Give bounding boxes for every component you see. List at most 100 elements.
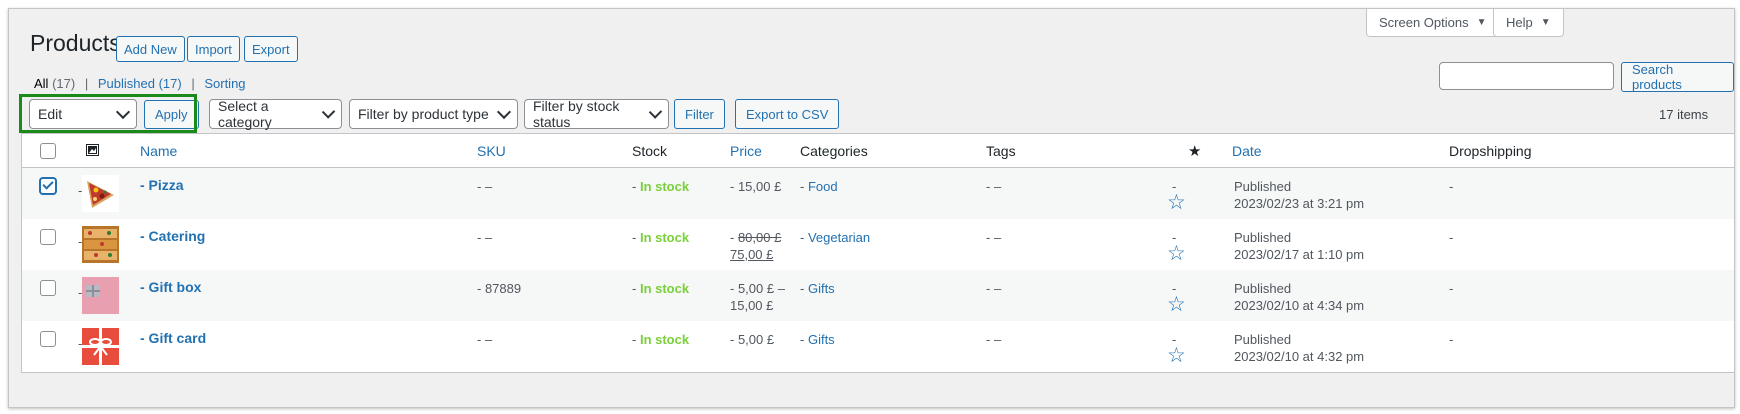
view-published[interactable]: Published [98,76,155,91]
table-row: - - Pizza - – - In stock - 15,00 £ - Foo… [22,168,1734,219]
date-status: Published [1234,332,1292,347]
product-type-select[interactable]: Filter by product type [349,99,518,129]
star-outline-icon[interactable]: ☆ [1167,345,1186,366]
table-row: - - Gift card - – - In stock - 5,00 £ - … [22,321,1734,372]
separator: | [84,76,89,91]
stock-cell: - In stock [632,332,690,347]
date-value: 2023/02/17 at 1:10 pm [1234,247,1365,262]
screen-options-label: Screen Options [1379,14,1469,30]
dropshipping-cell: - [1449,281,1454,296]
row-checkbox[interactable] [40,280,56,296]
dropshipping-cell: - [1449,230,1454,245]
import-button[interactable]: Import [187,36,240,62]
star-outline-icon[interactable]: ☆ [1167,243,1186,264]
help-button[interactable]: Help ▼ [1493,9,1564,37]
product-sku: - 87889 [477,281,522,296]
column-price[interactable]: Price [730,143,762,159]
wp-admin-frame: Screen Options ▼ Help ▼ Products Add New… [8,8,1735,408]
table-header: Name SKU Stock Price Categories Tags ★ D… [22,134,1734,168]
export-button[interactable]: Export [244,36,298,62]
stock-status: In stock [639,179,690,194]
date-value: 2023/02/10 at 4:34 pm [1234,298,1365,313]
view-sorting[interactable]: Sorting [204,76,245,91]
stock-status-select[interactable]: Filter by stock status [524,98,669,130]
stock-status: In stock [639,332,690,347]
product-thumbnail-gift-box[interactable] [82,277,119,314]
category-cell: - Vegetarian [800,230,871,245]
category-link[interactable]: Vegetarian [808,230,870,245]
search-products-button[interactable]: Search products [1621,62,1734,92]
price-old-cell: - 80,00 £ [730,230,782,245]
category-value: Select a category [218,98,272,130]
add-new-button[interactable]: Add New [116,36,185,62]
table-row: - - Gift box - 87889 - In stock - 5,00 £… [22,270,1734,321]
price-new: 75,00 £ [730,247,774,262]
separator: | [191,76,195,91]
column-stock: Stock [632,143,668,159]
date-status: Published [1234,230,1292,245]
product-sku: - – [477,179,493,194]
filter-button[interactable]: Filter [674,99,725,129]
view-filters: All (17) | Published (17) | Sorting [34,76,246,91]
category-select[interactable]: Select a category [209,98,342,130]
view-published-count[interactable]: (17) [159,76,182,91]
dropshipping-cell: - [1449,332,1454,347]
caret-down-icon: ▼ [1540,16,1551,28]
price-line: - 5,00 £ – [730,281,785,296]
price-line: - 5,00 £ [730,332,775,347]
product-name[interactable]: - Pizza [140,177,184,194]
dropshipping-cell: - [1449,179,1454,194]
search-input[interactable] [1439,62,1614,90]
help-label: Help [1506,14,1533,30]
category-link[interactable]: Food [808,179,838,194]
screen-options-button[interactable]: Screen Options ▼ [1366,9,1500,37]
items-count: 17 items [1659,107,1709,122]
date-status: Published [1234,281,1292,296]
stock-cell: - In stock [632,281,690,296]
product-name[interactable]: - Gift card [140,330,206,347]
caret-down-icon: ▼ [1476,16,1487,28]
product-thumbnail-pizza[interactable] [82,175,119,212]
star-outline-icon[interactable]: ☆ [1167,294,1186,315]
stock-cell: - In stock [632,230,690,245]
product-name[interactable]: - Gift box [140,279,201,296]
row-checkbox[interactable] [40,331,56,347]
category-link[interactable]: Gifts [808,332,835,347]
product-name[interactable]: - Catering [140,228,205,245]
product-thumbnail-catering[interactable] [82,226,119,263]
table-row: - - Catering - – - In stock - 80,00 £ 75… [22,219,1734,270]
column-categories: Categories [800,143,868,159]
column-sku[interactable]: SKU [477,143,506,159]
tags-cell: - – [986,281,1002,296]
product-type-value: Filter by product type [358,106,489,122]
chevron-down-icon [321,105,336,119]
tags-cell: - – [986,230,1002,245]
row-checkbox[interactable] [40,229,56,245]
export-csv-button[interactable]: Export to CSV [735,99,840,129]
price-line: - 15,00 £ [730,179,782,194]
category-link[interactable]: Gifts [808,281,835,296]
date-status: Published [1234,179,1292,194]
view-all[interactable]: All [34,76,48,91]
product-thumbnail-gift-card[interactable] [82,328,119,365]
product-sku: - – [477,230,493,245]
stock-status: In stock [639,281,690,296]
price-old: 80,00 £ [737,230,782,245]
column-dropshipping: Dropshipping [1449,143,1532,159]
page-title: Products [30,30,121,56]
stock-status: In stock [639,230,690,245]
product-sku: - – [477,332,493,347]
column-date[interactable]: Date [1232,143,1262,159]
image-column-icon [86,143,99,159]
tags-cell: - – [986,332,1002,347]
column-name[interactable]: Name [140,143,177,159]
stock-cell: - In stock [632,179,690,194]
select-all-checkbox[interactable] [40,143,56,159]
star-outline-icon[interactable]: ☆ [1167,192,1186,213]
category-cell: - Gifts [800,332,835,347]
view-all-count: (17) [52,76,76,91]
products-table: Name SKU Stock Price Categories Tags ★ D… [21,133,1734,373]
featured-star-icon[interactable]: ★ [1188,142,1201,160]
row-checkbox[interactable] [40,178,56,194]
stock-status-value: Filter by stock status [533,98,620,130]
